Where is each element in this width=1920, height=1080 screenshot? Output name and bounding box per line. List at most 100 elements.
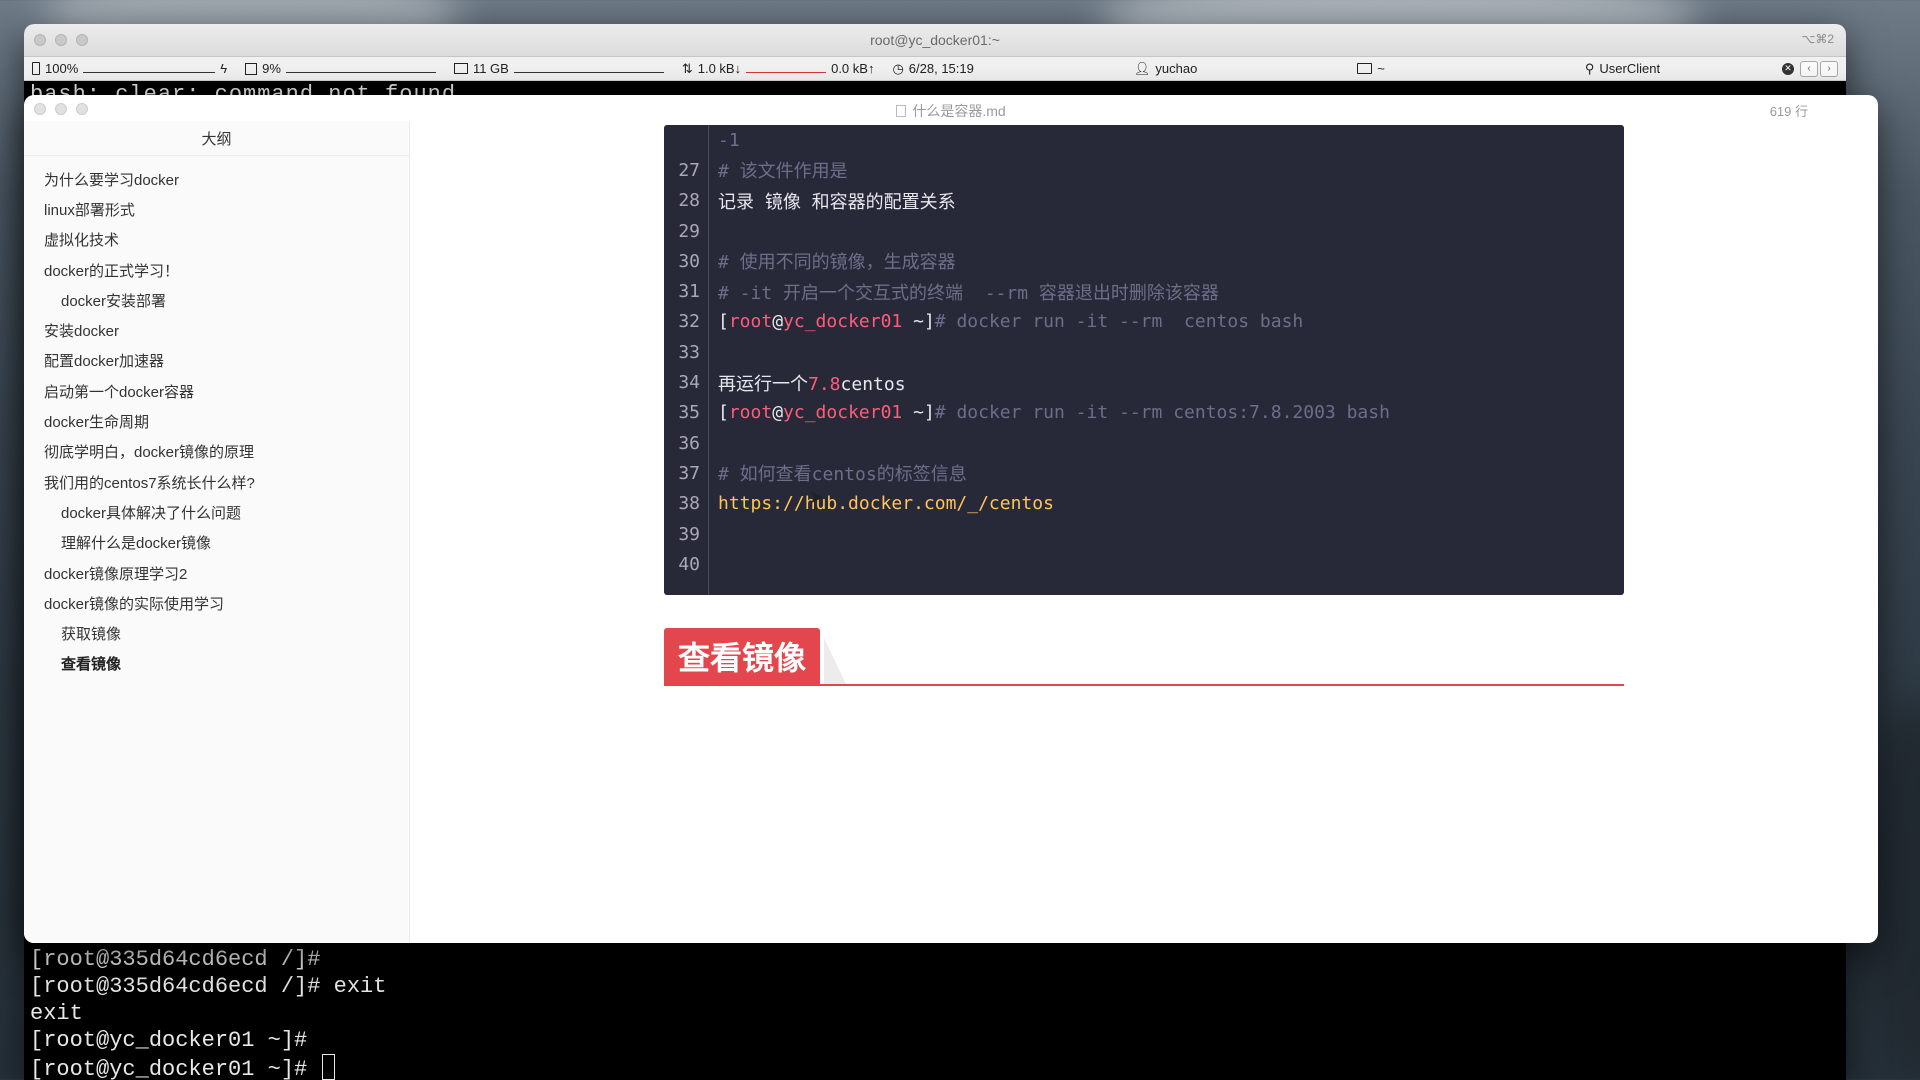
- outline-item[interactable]: 配置docker加速器: [24, 346, 409, 376]
- memory-icon: [453, 63, 468, 74]
- terminal-shortcut: ⌥⌘2: [1801, 32, 1834, 46]
- code-line: 30 # 使用不同的镜像，生成容器: [664, 246, 1624, 276]
- code-text: [root@yc_docker01 ~]# docker run -it --r…: [718, 311, 1303, 332]
- outline-item[interactable]: docker镜像原理学习2: [24, 558, 409, 588]
- line-number: 30: [678, 250, 700, 272]
- folder-icon: [1357, 63, 1373, 74]
- line-number: 32: [678, 311, 700, 333]
- code-token: ~]: [902, 311, 935, 333]
- line-number: 37: [678, 462, 700, 484]
- code-token: # -it 开启一个交互式的终端 --rm 容器退出时删除该容器: [718, 282, 1219, 304]
- search-nav: ‹ ›: [1800, 60, 1838, 77]
- line-number: 29: [678, 220, 700, 242]
- minimize-button[interactable]: [55, 34, 67, 46]
- line-count: 619 行: [1769, 104, 1808, 119]
- line-number: 33: [678, 341, 700, 363]
- terminal-line: [root@335d64cd6ecd /]#: [30, 947, 321, 972]
- charging-icon: ϟ: [220, 61, 228, 76]
- terminal-line: exit: [30, 1001, 83, 1026]
- line-number: 36: [678, 432, 700, 454]
- network-icon: ⇅: [681, 60, 693, 76]
- outline-item[interactable]: 彻底学明白，docker镜像的原理: [24, 437, 409, 467]
- user-icon: 👤︎: [1133, 60, 1151, 76]
- outline-list: 为什么要学习docker linux部署形式 虚拟化技术 docker的正式学习！ do…: [24, 156, 409, 679]
- document-icon: [896, 105, 907, 117]
- code-block[interactable]: -1 27 # 该文件作用是 28 记录 镜像 和容器的配置关系 29 30 # 使用不同的镜…: [664, 125, 1624, 595]
- outline-item[interactable]: docker安装部署: [24, 285, 409, 315]
- outline-item[interactable]: docker生命周期: [24, 406, 409, 436]
- search-status[interactable]: ⚲ UserClient: [1585, 61, 1660, 77]
- code-text: # 使用不同的镜像，生成容器: [718, 248, 956, 274]
- code-token: [: [718, 402, 729, 424]
- code-token: 再运行一个: [718, 373, 808, 395]
- outline-item[interactable]: docker镜像的实际使用学习: [24, 588, 409, 618]
- previous-icon[interactable]: ‹: [1800, 60, 1818, 77]
- heading-text[interactable]: 查看镜像: [664, 628, 821, 684]
- clear-search-icon[interactable]: ✕: [1782, 62, 1794, 75]
- battery-status: 100% ϟ: [32, 61, 227, 76]
- outline-item[interactable]: docker具体解决了什么问题: [24, 497, 409, 527]
- line-number: 27: [678, 159, 700, 181]
- user-status: 👤︎ yuchao: [1133, 60, 1198, 77]
- outline-item[interactable]: 我们用的centos7系统长什么样?: [24, 467, 409, 497]
- outline-item[interactable]: 查看镜像: [24, 649, 409, 679]
- section-heading: 查看镜像: [664, 628, 1624, 686]
- code-line: 32 [root@yc_docker01 ~]# docker run -it -…: [664, 307, 1624, 337]
- outline-item[interactable]: docker的正式学习！: [24, 255, 409, 285]
- clock-status: ◷ 6/28, 15:19: [892, 60, 974, 77]
- code-line: 31 # -it 开启一个交互式的终端 --rm 容器退出时删除该容器: [664, 277, 1624, 307]
- code-token: # 如何查看centos的标签信息: [718, 464, 967, 486]
- line-number: 38: [678, 493, 700, 515]
- heading-decoration: [824, 638, 846, 684]
- line-number: 34: [678, 372, 700, 394]
- editor-window[interactable]: 什么是容器.md 619 行 大纲 为什么要学习docker linux部署形式虚…: [24, 95, 1878, 943]
- code-text: [root@yc_docker01 ~]# docker run -it --r…: [718, 402, 1390, 423]
- code-line: 38 https://hub.docker.com/_/centos: [664, 489, 1624, 519]
- terminal-cursor: [322, 1054, 336, 1080]
- code-text: # 该文件作用是: [718, 157, 848, 183]
- code-text: -1: [718, 129, 740, 151]
- search-icon: ⚲: [1584, 60, 1595, 76]
- next-icon[interactable]: ›: [1820, 60, 1838, 77]
- code-token: centos: [840, 373, 906, 395]
- iterm-status-bar: 100% ϟ 9% 11 GB ⇅ 1.0 kB↓ 0.0 kB↑ ◷ 6/28…: [24, 57, 1846, 81]
- code-token: 7.8: [808, 373, 841, 395]
- code-line: -1: [664, 125, 1624, 155]
- terminal-output[interactable]: [root@335d64cd6ecd /]# [root@335d64cd6ec…: [30, 946, 386, 1080]
- line-number: 31: [678, 281, 700, 303]
- close-button[interactable]: [34, 34, 46, 46]
- outline-item[interactable]: 安装docker: [24, 315, 409, 345]
- code-line: 39: [664, 519, 1624, 549]
- line-number: 35: [678, 402, 700, 424]
- zoom-button[interactable]: [76, 34, 88, 46]
- line-number: 28: [678, 190, 700, 212]
- terminal-prompt-line[interactable]: [root@yc_docker01 ~]#: [30, 1054, 386, 1080]
- outline-item[interactable]: 理解什么是docker镜像: [24, 528, 409, 558]
- code-text: https://hub.docker.com/_/centos: [718, 493, 1054, 514]
- outline-item[interactable]: 为什么要学习docker: [24, 164, 409, 194]
- code-token: ~]: [902, 402, 935, 424]
- memory-status: 11 GB: [453, 61, 664, 76]
- outline-item[interactable]: linux部署形式: [24, 194, 409, 224]
- outline-item[interactable]: 启动第一个docker容器: [24, 376, 409, 406]
- code-line: 28 记录 镜像 和容器的配置关系: [664, 186, 1624, 216]
- mouse-pointer-icon: ➤: [809, 487, 825, 507]
- window-controls: [34, 34, 88, 46]
- outline-sidebar: 大纲 为什么要学习docker linux部署形式 虚拟化技术 docker的正式学习…: [24, 121, 410, 943]
- code-line: 29: [664, 216, 1624, 246]
- editor-title: 什么是容器.md: [24, 101, 1878, 121]
- outline-item[interactable]: 获取镜像: [24, 618, 409, 648]
- code-text: 再运行一个7.8centos: [718, 370, 906, 396]
- clock-icon: ◷: [892, 60, 904, 76]
- terminal-titlebar[interactable]: root@yc_docker01:~ ⌥⌘2: [24, 24, 1846, 57]
- terminal-line: [root@335d64cd6ecd /]# exit: [30, 974, 387, 999]
- code-token: [: [718, 311, 729, 333]
- code-line: 33: [664, 337, 1624, 367]
- code-line: 40: [664, 549, 1624, 579]
- code-token: # 该文件作用是: [718, 161, 848, 183]
- code-token: # docker run -it --rm centos:7.8.2003 ba…: [934, 402, 1390, 424]
- code-line: 37 # 如何查看centos的标签信息: [664, 458, 1624, 488]
- outline-item[interactable]: 虚拟化技术: [24, 225, 409, 255]
- code-token: # 使用不同的镜像，生成容器: [718, 252, 956, 274]
- terminal-title: root@yc_docker01:~: [870, 32, 1000, 48]
